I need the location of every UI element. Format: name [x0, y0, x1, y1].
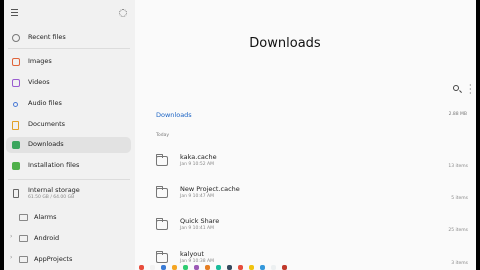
sidebar-item-videos[interactable]: Videos — [6, 75, 131, 91]
folder-date: Jan 9 10:52 AM — [180, 162, 215, 167]
sidebar-item-installation-files[interactable]: Installation files — [6, 158, 131, 174]
sidebar-item-label: Downloads — [28, 140, 64, 148]
folder-icon — [19, 214, 28, 221]
more-options-icon[interactable]: · · · — [469, 82, 473, 98]
dock-app-icon[interactable] — [238, 265, 243, 270]
sidebar-item-label: Videos — [28, 78, 50, 86]
folder-icon — [19, 235, 28, 242]
taskbar-dock — [139, 265, 469, 270]
folder-date: Jan 9 10:41 AM — [180, 226, 215, 231]
item-count: 25 items — [448, 228, 468, 233]
document-icon — [12, 121, 19, 130]
sidebar-item-label: Documents — [28, 120, 66, 128]
dock-app-icon[interactable] — [205, 265, 210, 270]
list-item[interactable]: kaka.cache Jan 9 10:52 AM 13 items — [156, 153, 468, 177]
sidebar-item-label: Installation files — [28, 161, 80, 169]
internal-storage-item[interactable]: Internal storage 61.50 GB / 64.00 GB — [6, 184, 131, 204]
dock-app-icon[interactable] — [183, 265, 188, 270]
list-item[interactable]: New Project.cache Jan 9 10:47 AM 5 items — [156, 185, 468, 209]
folder-name: kalyout — [180, 250, 204, 258]
main-panel: Downloads · · · Downloads 2.88 MB Today ka… — [135, 0, 476, 270]
sidebar-item-label: Recent files — [28, 33, 66, 41]
dock-app-icon[interactable] — [260, 265, 265, 270]
folder-name: Quick Share — [180, 217, 220, 225]
apk-icon — [12, 162, 20, 170]
tree-item-alarms[interactable]: Alarms — [6, 209, 131, 225]
dock-app-icon[interactable] — [139, 265, 144, 270]
search-icon[interactable] — [453, 85, 459, 91]
breadcrumb[interactable]: Downloads — [156, 111, 192, 119]
dock-app-icon[interactable] — [150, 265, 155, 270]
file-manager-window: Recent files Images Videos Audio files D… — [4, 0, 476, 270]
dock-app-icon[interactable] — [227, 265, 232, 270]
tree-item-label: AppProjects — [34, 255, 73, 263]
storage-name: Internal storage — [28, 186, 80, 194]
sidebar-item-documents[interactable]: Documents — [6, 117, 131, 133]
sidebar-item-images[interactable]: Images — [6, 54, 131, 70]
folder-icon — [156, 251, 168, 263]
sidebar-item-downloads[interactable]: Downloads — [6, 137, 131, 153]
folder-name: New Project.cache — [180, 185, 240, 193]
item-count: 5 items — [451, 196, 468, 201]
folder-icon — [156, 186, 168, 198]
tree-item-label: Android — [34, 234, 60, 242]
clock-icon — [12, 34, 20, 42]
storage-usage: 61.50 GB / 64.00 GB — [28, 195, 75, 200]
folder-size: 2.88 MB — [448, 112, 467, 117]
divider — [8, 48, 130, 49]
item-count: 13 items — [448, 164, 468, 169]
dock-app-icon[interactable] — [194, 265, 199, 270]
page-title: Downloads — [249, 36, 321, 51]
download-icon — [12, 141, 20, 149]
tree-item-android[interactable]: › Android — [6, 230, 131, 246]
folder-icon — [156, 218, 168, 230]
dock-app-icon[interactable] — [172, 265, 177, 270]
sidebar-item-audio-files[interactable]: Audio files — [6, 96, 131, 112]
folder-icon — [156, 154, 168, 166]
tree-item-label: Alarms — [34, 213, 57, 221]
dock-app-icon[interactable] — [249, 265, 254, 270]
folder-icon — [19, 256, 28, 263]
folder-date: Jan 9 10:47 AM — [180, 194, 215, 199]
chevron-right-icon[interactable]: › — [10, 254, 12, 261]
section-header: Today — [156, 133, 170, 138]
sidebar-item-label: Audio files — [28, 99, 62, 107]
dock-app-icon[interactable] — [271, 265, 276, 270]
sidebar-item-recent-files[interactable]: Recent files — [6, 30, 131, 46]
sidebar-item-label: Images — [28, 57, 52, 65]
music-note-icon — [13, 102, 18, 107]
image-icon — [12, 58, 20, 66]
dock-app-icon[interactable] — [282, 265, 287, 270]
dock-app-icon[interactable] — [216, 265, 221, 270]
phone-icon — [13, 189, 19, 198]
video-icon — [12, 79, 20, 87]
dock-app-icon[interactable] — [161, 265, 166, 270]
gear-icon[interactable] — [119, 9, 127, 17]
tree-item-appprojects[interactable]: › AppProjects — [6, 251, 131, 267]
folder-date: Jan 9 10:38 AM — [180, 259, 215, 264]
sidebar: Recent files Images Videos Audio files D… — [4, 0, 135, 270]
sidebar-header — [4, 0, 135, 26]
list-item[interactable]: Quick Share Jan 9 10:41 AM 25 items — [156, 217, 468, 241]
folder-name: kaka.cache — [180, 153, 217, 161]
menu-icon[interactable] — [11, 9, 18, 16]
chevron-right-icon[interactable]: › — [10, 233, 12, 240]
divider — [8, 179, 130, 180]
